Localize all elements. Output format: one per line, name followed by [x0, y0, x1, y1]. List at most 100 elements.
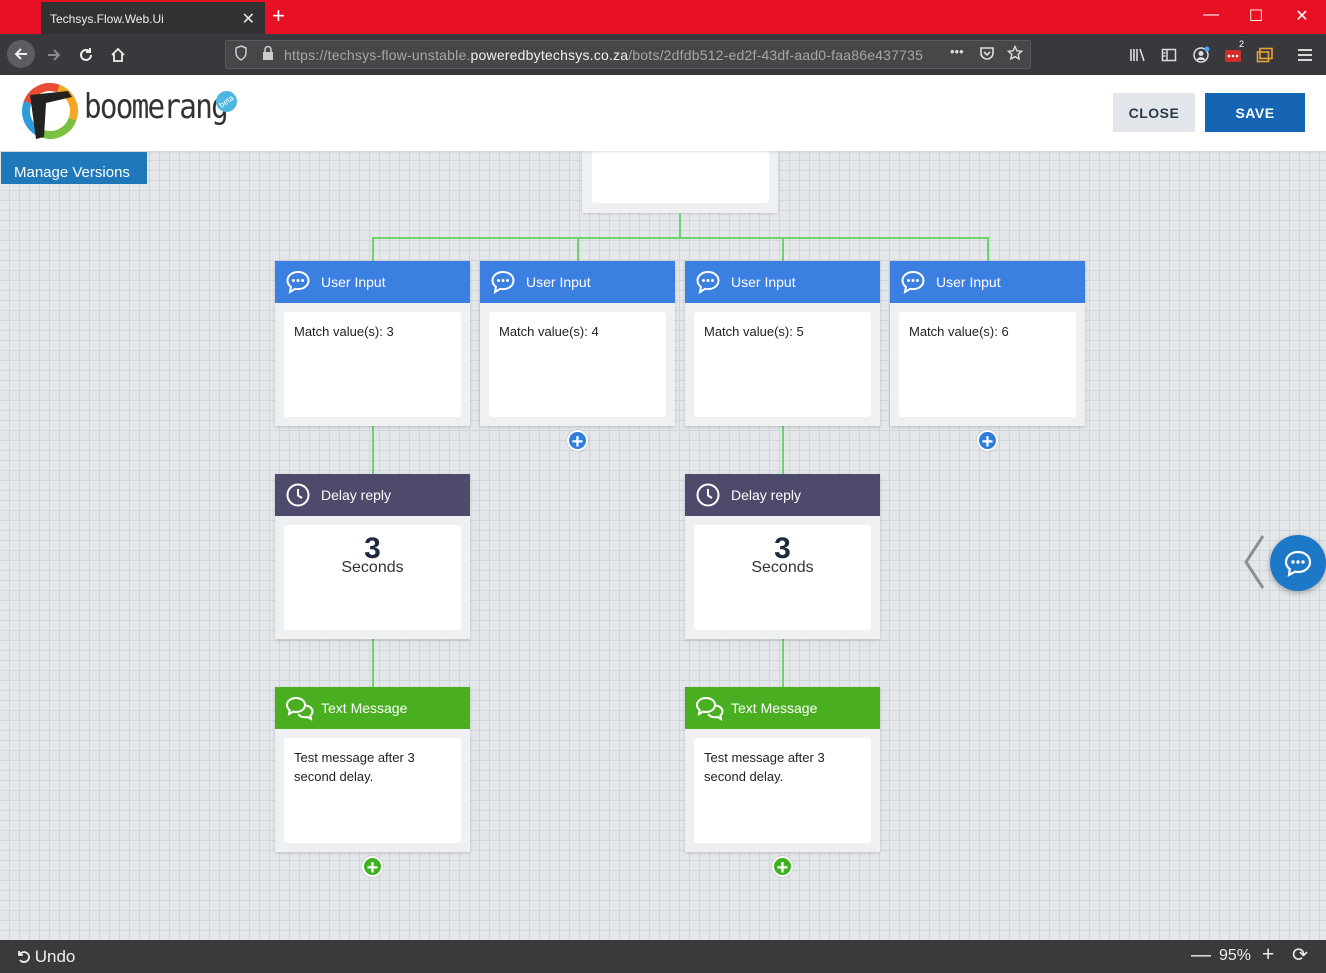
- bottom-toolbar: Undo — 95% + ⟳: [0, 940, 1326, 973]
- connector-line: [372, 426, 374, 474]
- url-host: poweredbytechsys.co.za: [470, 47, 629, 63]
- chat-bubble-icon: [491, 270, 515, 295]
- reset-zoom-icon[interactable]: ⟳: [1292, 944, 1308, 967]
- connector-line: [577, 237, 579, 261]
- user-input-node[interactable]: User Input Match value(s): 4: [480, 261, 675, 426]
- tab-close-icon[interactable]: ✕: [242, 9, 255, 29]
- sidebar-icon[interactable]: [1156, 42, 1182, 68]
- node-body: 3 Seconds: [284, 525, 461, 630]
- boomerang-logo-icon: [22, 82, 78, 139]
- node-header: Text Message: [685, 687, 880, 729]
- node-body: Match value(s): 5: [694, 312, 871, 417]
- node-header: Delay reply: [275, 474, 470, 516]
- parent-node-body: [592, 151, 769, 203]
- maximize-button[interactable]: ☐: [1241, 6, 1271, 26]
- add-step-button[interactable]: +: [772, 856, 793, 878]
- node-body: Test message after 3 second delay.: [284, 738, 461, 843]
- node-title: User Input: [321, 274, 386, 290]
- connector-line: [679, 213, 681, 238]
- reload-icon[interactable]: [73, 42, 99, 68]
- chat-bubbles-icon: [695, 696, 724, 721]
- node-body: 3 Seconds: [694, 525, 871, 630]
- node-title: Delay reply: [731, 487, 802, 503]
- window-close-button[interactable]: ✕: [1287, 6, 1317, 26]
- new-tab-button[interactable]: +: [272, 4, 285, 28]
- text-message-node[interactable]: Text Message Test message after 3 second…: [685, 687, 880, 852]
- node-header: Text Message: [275, 687, 470, 729]
- node-body: Match value(s): 4: [489, 312, 666, 417]
- browser-titlebar: Techsys.Flow.Web.Ui ✕ + — ☐ ✕: [0, 0, 1326, 34]
- delay-unit: Seconds: [751, 559, 814, 576]
- chat-bubble-icon: [286, 270, 310, 295]
- logo-text: boomerang: [84, 87, 229, 127]
- zoom-in-button[interactable]: +: [1262, 943, 1274, 967]
- connector-line: [372, 237, 989, 239]
- page-actions-icon[interactable]: •••: [950, 44, 964, 59]
- node-header: User Input: [890, 261, 1085, 303]
- clock-icon: [286, 483, 310, 507]
- undo-button[interactable]: Undo: [16, 947, 75, 967]
- account-icon[interactable]: [1188, 42, 1214, 68]
- undo-label: Undo: [34, 947, 76, 966]
- delay-unit: Seconds: [341, 559, 404, 576]
- notification-badge: 2: [1236, 39, 1248, 50]
- user-input-node[interactable]: User Input Match value(s): 5: [685, 261, 880, 426]
- undo-icon: [18, 951, 30, 963]
- tab-title: Techsys.Flow.Web.Ui: [50, 12, 164, 26]
- delay-value: 3: [364, 532, 381, 565]
- node-header: Delay reply: [685, 474, 880, 516]
- url-prefix: https://techsys-flow-unstable.: [284, 47, 471, 63]
- node-header: User Input: [275, 261, 470, 303]
- url-bar[interactable]: https://techsys-flow-unstable.poweredbyt…: [225, 40, 1031, 69]
- node-header: User Input: [685, 261, 880, 303]
- user-input-node[interactable]: User Input Match value(s): 3: [275, 261, 470, 426]
- manage-versions-button[interactable]: Manage Versions: [1, 152, 147, 184]
- connector-line: [987, 237, 989, 261]
- node-title: User Input: [936, 274, 1001, 290]
- node-body: Test message after 3 second delay.: [694, 738, 871, 843]
- chat-bubble-icon: [696, 270, 720, 295]
- add-step-button[interactable]: +: [362, 856, 383, 878]
- forward-arrow-icon[interactable]: [41, 42, 67, 68]
- chevron-left-icon[interactable]: [1241, 533, 1267, 591]
- menu-hamburger-icon[interactable]: [1292, 42, 1318, 68]
- home-icon[interactable]: [105, 42, 131, 68]
- pocket-icon[interactable]: [979, 45, 995, 64]
- url-path: /bots/2dfdb512-ed2f-43df-aad0-faa86e4377…: [628, 47, 924, 63]
- save-button[interactable]: SAVE: [1205, 93, 1305, 132]
- app-header: boomerang beta CLOSE SAVE: [0, 75, 1326, 151]
- zoom-out-button[interactable]: —: [1191, 944, 1211, 967]
- parent-node[interactable]: [582, 151, 778, 213]
- shield-icon[interactable]: [234, 45, 248, 64]
- node-title: User Input: [526, 274, 591, 290]
- node-title: Text Message: [321, 700, 408, 716]
- connector-line: [782, 426, 784, 474]
- node-body: Match value(s): 3: [284, 312, 461, 417]
- add-step-button[interactable]: +: [977, 430, 998, 452]
- delay-reply-node[interactable]: Delay reply 3 Seconds: [275, 474, 470, 639]
- url-text[interactable]: https://techsys-flow-unstable.poweredbyt…: [284, 47, 923, 63]
- chat-bubble-icon: [1284, 550, 1312, 578]
- chat-widget-button[interactable]: [1270, 535, 1326, 591]
- user-input-node[interactable]: User Input Match value(s): 6: [890, 261, 1085, 426]
- node-title: Text Message: [731, 700, 818, 716]
- delay-value: 3: [774, 532, 791, 565]
- minimize-button[interactable]: —: [1196, 6, 1226, 24]
- connector-line: [372, 639, 374, 687]
- lock-icon[interactable]: [262, 45, 274, 64]
- connector-line: [782, 237, 784, 261]
- bookmark-star-icon[interactable]: [1006, 44, 1024, 64]
- add-step-button[interactable]: +: [567, 430, 588, 452]
- delay-reply-node[interactable]: Delay reply 3 Seconds: [685, 474, 880, 639]
- node-title: Delay reply: [321, 487, 392, 503]
- browser-tab[interactable]: Techsys.Flow.Web.Ui ✕: [41, 2, 265, 34]
- close-button[interactable]: CLOSE: [1113, 93, 1195, 132]
- extension-container-icon[interactable]: [1252, 42, 1278, 68]
- chat-bubbles-icon: [285, 696, 314, 721]
- text-message-node[interactable]: Text Message Test message after 3 second…: [275, 687, 470, 852]
- node-title: User Input: [731, 274, 796, 290]
- node-header: User Input: [480, 261, 675, 303]
- back-arrow-icon[interactable]: [7, 40, 35, 68]
- zoom-level: 95%: [1219, 947, 1252, 964]
- library-icon[interactable]: [1125, 42, 1151, 68]
